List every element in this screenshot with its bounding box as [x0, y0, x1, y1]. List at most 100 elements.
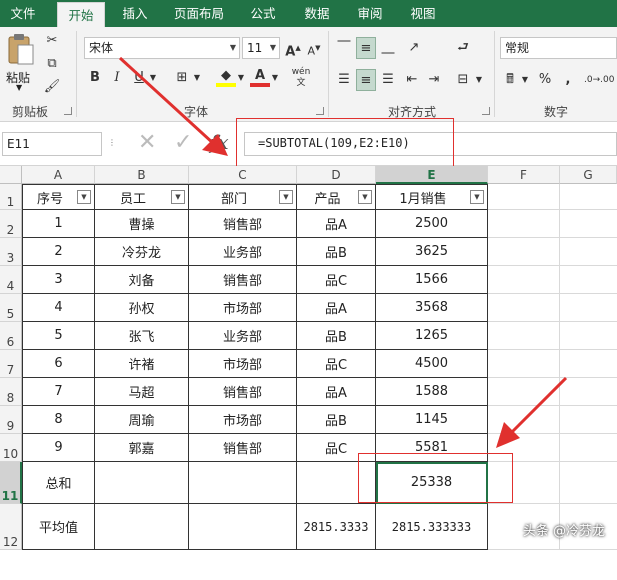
table-cell[interactable]: 市场部 — [189, 294, 297, 322]
alignment-launcher-icon[interactable] — [482, 107, 490, 115]
chevron-down-icon[interactable]: ▼ — [520, 69, 530, 91]
average-e-cell[interactable]: 2815.333333 — [376, 504, 488, 550]
table-cell[interactable]: 销售部 — [189, 434, 297, 462]
column-header-d[interactable]: D — [297, 166, 376, 184]
table-cell[interactable]: 1265 — [376, 322, 488, 350]
table-cell[interactable]: 1566 — [376, 266, 488, 294]
table-cell[interactable]: 品B — [297, 238, 376, 266]
table-cell[interactable]: 1588 — [376, 378, 488, 406]
header-cell[interactable]: 员工 ▼ — [95, 184, 189, 210]
column-header-g[interactable]: G — [560, 166, 617, 184]
table-cell[interactable]: 4 — [22, 294, 95, 322]
chevron-down-icon[interactable]: ▼ — [236, 67, 246, 89]
table-cell[interactable]: 品B — [297, 406, 376, 434]
spreadsheet-grid[interactable]: A B C D E F G 1 2 3 4 5 6 7 8 9 10 11 12 序号 ▼ 员工 ▼ 部门 ▼ 产… — [0, 166, 617, 555]
cut-icon[interactable]: ✂ — [42, 30, 62, 52]
filter-dropdown-icon[interactable]: ▼ — [171, 190, 185, 204]
table-cell[interactable] — [95, 462, 189, 504]
shrink-font-icon[interactable]: A▼ — [305, 37, 323, 59]
row-header-1[interactable]: 1 — [0, 184, 22, 210]
increase-decimal-icon[interactable]: .0→.00 — [584, 69, 614, 91]
filter-dropdown-icon[interactable]: ▼ — [279, 190, 293, 204]
tab-insert[interactable]: 插入 — [112, 0, 158, 27]
table-cell[interactable]: 业务部 — [189, 322, 297, 350]
header-cell[interactable]: 产品 ▼ — [297, 184, 376, 210]
table-cell[interactable]: 市场部 — [189, 350, 297, 378]
row-header-4[interactable]: 4 — [0, 266, 22, 294]
row-header-12[interactable]: 12 — [0, 504, 22, 550]
chevron-down-icon[interactable]: ▼ — [270, 67, 280, 89]
table-cell[interactable]: 品B — [297, 322, 376, 350]
table-cell[interactable]: 6 — [22, 350, 95, 378]
table-cell[interactable]: 品C — [297, 266, 376, 294]
average-d-cell[interactable]: 2815.3333 — [297, 504, 376, 550]
row-header-9[interactable]: 9 — [0, 406, 22, 434]
table-cell[interactable]: 8 — [22, 406, 95, 434]
table-cell[interactable]: 销售部 — [189, 210, 297, 238]
column-header-a[interactable]: A — [22, 166, 95, 184]
total-label-cell[interactable]: 总和 — [22, 462, 95, 504]
column-header-f[interactable]: F — [488, 166, 560, 184]
header-cell[interactable]: 部门 ▼ — [189, 184, 297, 210]
tab-formulas[interactable]: 公式 — [240, 0, 286, 27]
chevron-down-icon[interactable]: ▼ — [148, 67, 158, 89]
table-cell[interactable]: 5 — [22, 322, 95, 350]
copy-icon[interactable]: ⧉ — [42, 53, 62, 75]
row-header-3[interactable]: 3 — [0, 238, 22, 266]
table-cell[interactable]: 3 — [22, 266, 95, 294]
paste-button[interactable]: 粘贴 ▼ — [4, 31, 38, 97]
font-launcher-icon[interactable] — [316, 107, 324, 115]
font-color-icon[interactable]: A — [250, 65, 270, 87]
table-cell[interactable]: 郭嘉 — [95, 434, 189, 462]
table-cell[interactable]: 冷芬龙 — [95, 238, 189, 266]
chevron-down-icon[interactable]: ▼ — [474, 69, 484, 91]
align-bottom-icon[interactable]: ⎽ — [378, 37, 398, 59]
filter-dropdown-icon[interactable]: ▼ — [470, 190, 484, 204]
row-header-8[interactable]: 8 — [0, 378, 22, 406]
table-cell[interactable]: 许褚 — [95, 350, 189, 378]
number-format-dropdown[interactable]: 常规 — [500, 37, 617, 59]
filter-dropdown-icon[interactable]: ▼ — [358, 190, 372, 204]
insert-function-icon[interactable]: fx — [210, 130, 229, 154]
tab-home[interactable]: 开始 — [57, 2, 105, 27]
table-cell[interactable]: 1 — [22, 210, 95, 238]
table-cell[interactable]: 2 — [22, 238, 95, 266]
align-middle-icon[interactable]: ≡ — [356, 37, 376, 59]
table-cell[interactable]: 3625 — [376, 238, 488, 266]
align-top-icon[interactable]: ⎺ — [334, 37, 354, 59]
table-cell[interactable]: 曹操 — [95, 210, 189, 238]
table-cell[interactable] — [95, 504, 189, 550]
align-right-icon[interactable]: ☰ — [378, 69, 398, 91]
row-header-5[interactable]: 5 — [0, 294, 22, 322]
filter-dropdown-icon[interactable]: ▼ — [77, 190, 91, 204]
table-cell[interactable]: 业务部 — [189, 238, 297, 266]
percent-button[interactable]: % — [536, 69, 554, 91]
currency-icon[interactable]: 🖩 — [500, 69, 520, 91]
table-cell[interactable] — [189, 462, 297, 504]
table-cell[interactable]: 品A — [297, 210, 376, 238]
align-center-icon[interactable]: ≡ — [356, 69, 376, 91]
tab-file[interactable]: 文件 — [0, 0, 46, 27]
table-cell[interactable]: 马超 — [95, 378, 189, 406]
table-cell[interactable]: 刘备 — [95, 266, 189, 294]
increase-indent-icon[interactable]: ⇥ — [424, 69, 444, 91]
wrap-text-icon[interactable]: ⮐ — [452, 37, 474, 59]
table-cell[interactable]: 市场部 — [189, 406, 297, 434]
table-cell[interactable]: 7 — [22, 378, 95, 406]
enter-icon[interactable]: ✓ — [174, 130, 192, 155]
column-header-e[interactable]: E — [376, 166, 488, 184]
comma-button[interactable]: , — [560, 69, 576, 91]
row-header-11[interactable]: 11 — [0, 462, 22, 504]
clipboard-launcher-icon[interactable] — [64, 107, 72, 115]
borders-icon[interactable]: ⊞ — [172, 67, 192, 89]
row-header-6[interactable]: 6 — [0, 322, 22, 350]
table-cell[interactable]: 品A — [297, 378, 376, 406]
row-header-2[interactable]: 2 — [0, 210, 22, 238]
phonetic-guide-icon[interactable]: wén 文 — [290, 67, 312, 89]
chevron-down-icon[interactable]: ⋮ — [108, 138, 116, 147]
table-cell[interactable]: 品C — [297, 350, 376, 378]
font-size-dropdown[interactable]: 11 ▼ — [242, 37, 280, 59]
underline-button[interactable]: U — [130, 67, 148, 89]
table-cell[interactable]: 品A — [297, 294, 376, 322]
decrease-indent-icon[interactable]: ⇤ — [402, 69, 422, 91]
